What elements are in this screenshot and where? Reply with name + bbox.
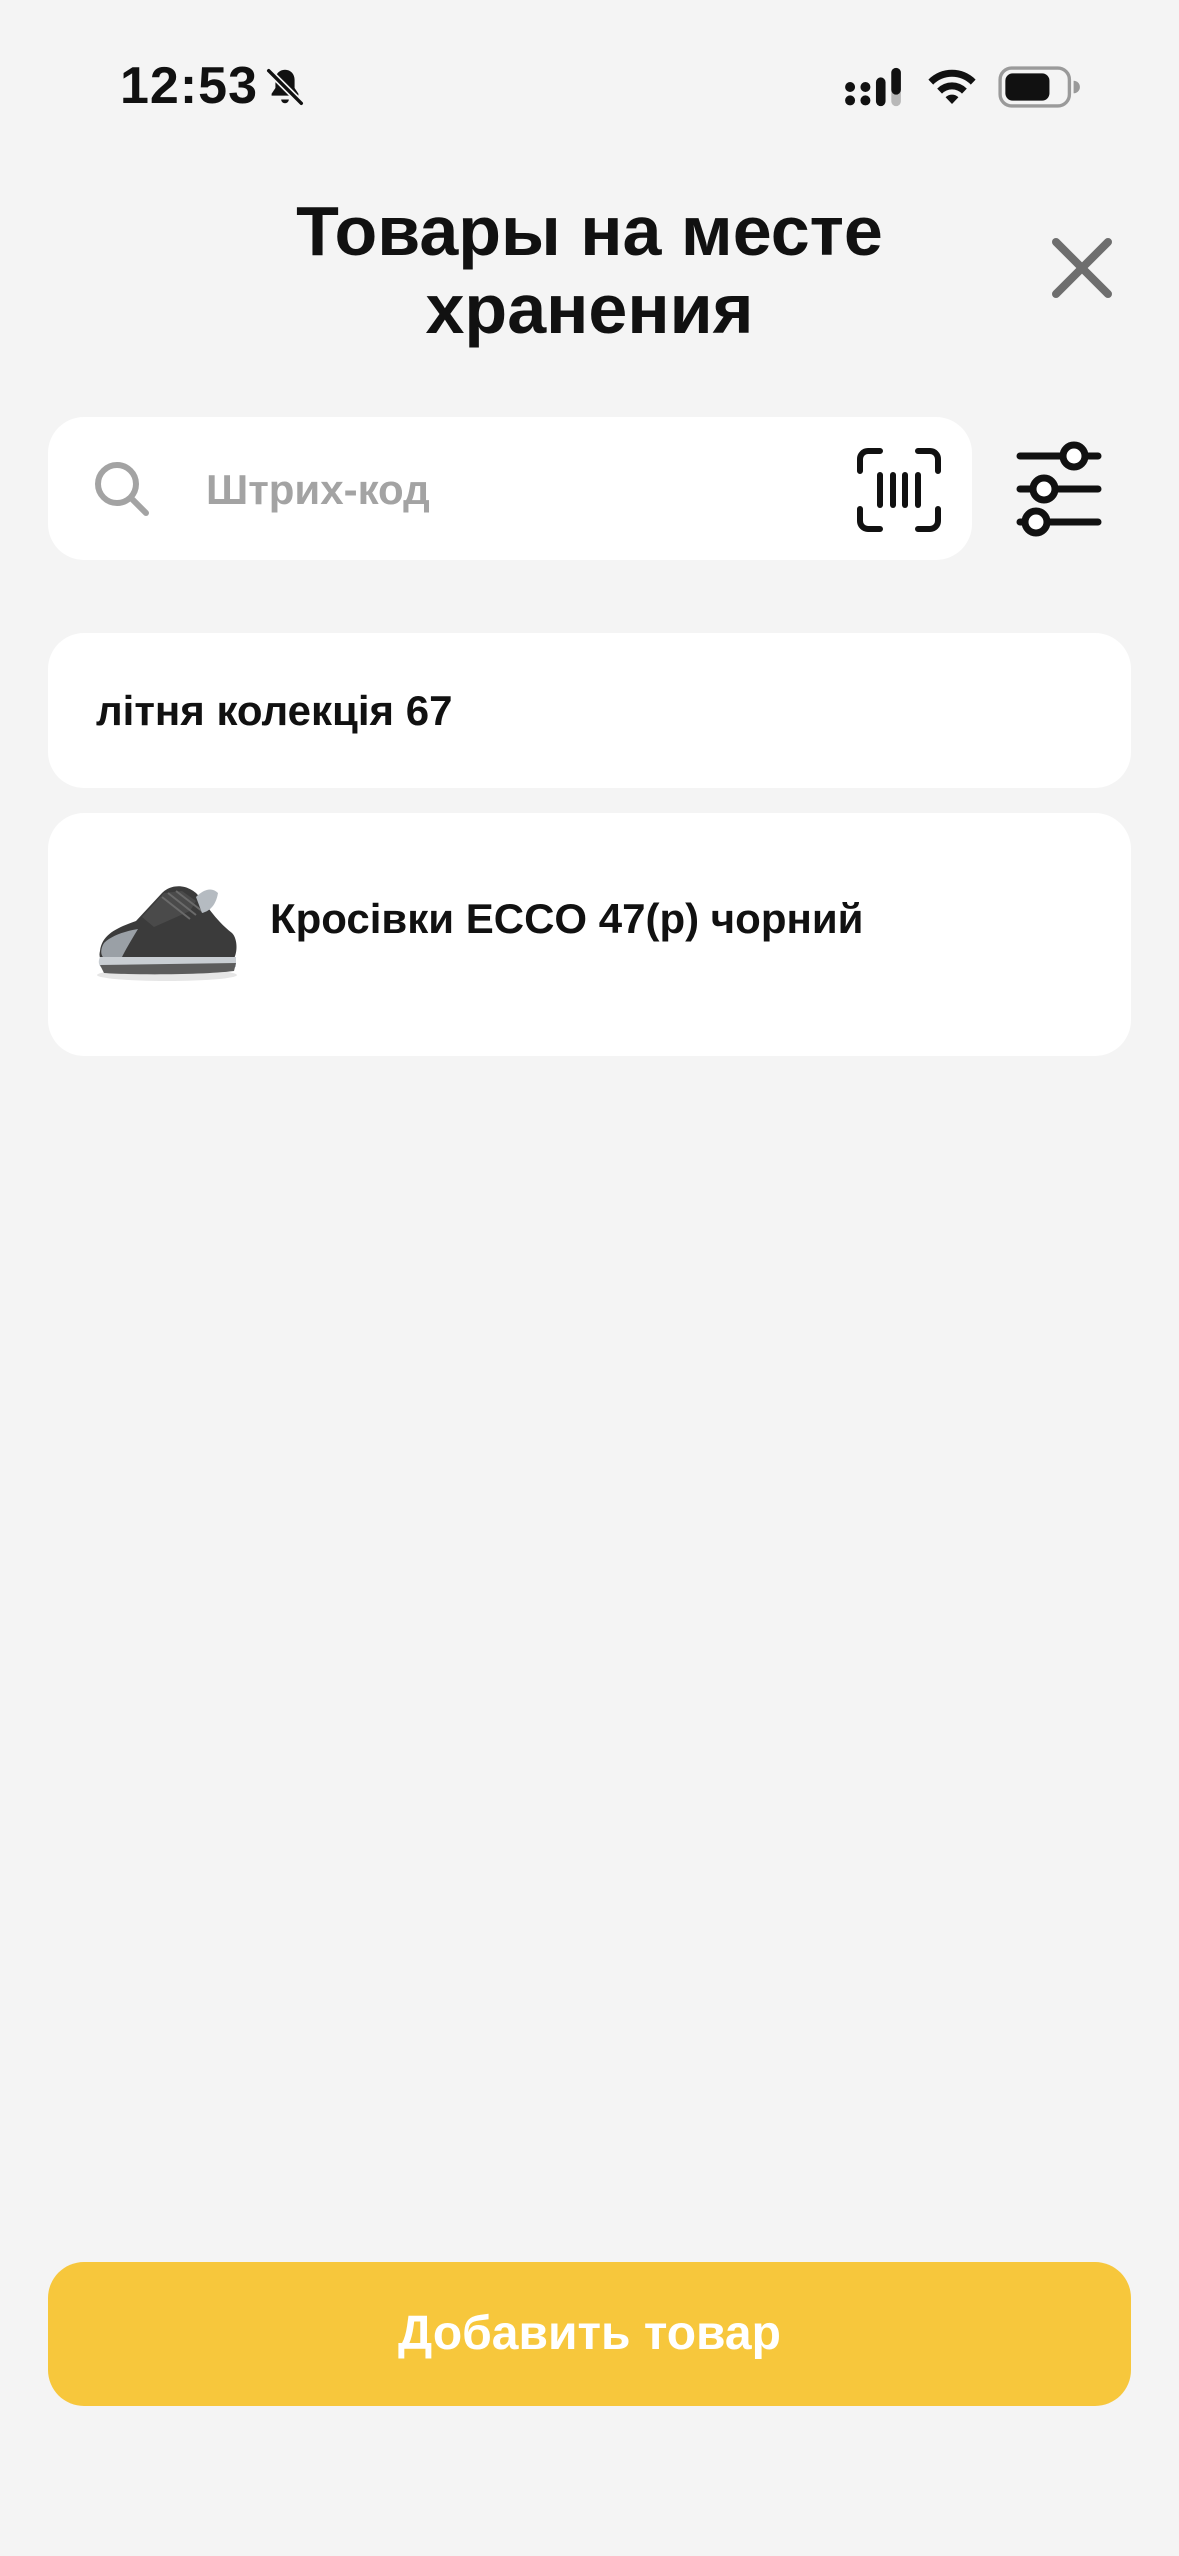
search-icon [95, 462, 149, 516]
filter-sliders-icon[interactable] [1014, 440, 1104, 538]
status-bar: 12:53 [0, 0, 1179, 150]
search-box [48, 417, 972, 560]
bell-off-icon [266, 68, 304, 106]
sneaker-image [97, 886, 237, 981]
search-input[interactable] [204, 451, 848, 529]
signal-icon [845, 67, 901, 107]
close-icon[interactable] [1046, 232, 1118, 304]
barcode-scan-icon[interactable] [854, 445, 944, 535]
list-item-product[interactable]: Кросівки ECCO 47(р) чорний [48, 813, 1131, 1056]
product-name: Кросівки ECCO 47(р) чорний [270, 895, 864, 942]
list-item-group[interactable]: літня колекція 67 [48, 633, 1131, 788]
wifi-icon [928, 69, 976, 104]
status-time: 12:53 [120, 57, 258, 115]
add-product-button[interactable]: Добавить товар [48, 2262, 1131, 2406]
group-label: літня колекція 67 [96, 687, 453, 734]
page-title: Товары на месте хранения [296, 192, 883, 348]
battery-icon [998, 66, 1080, 108]
